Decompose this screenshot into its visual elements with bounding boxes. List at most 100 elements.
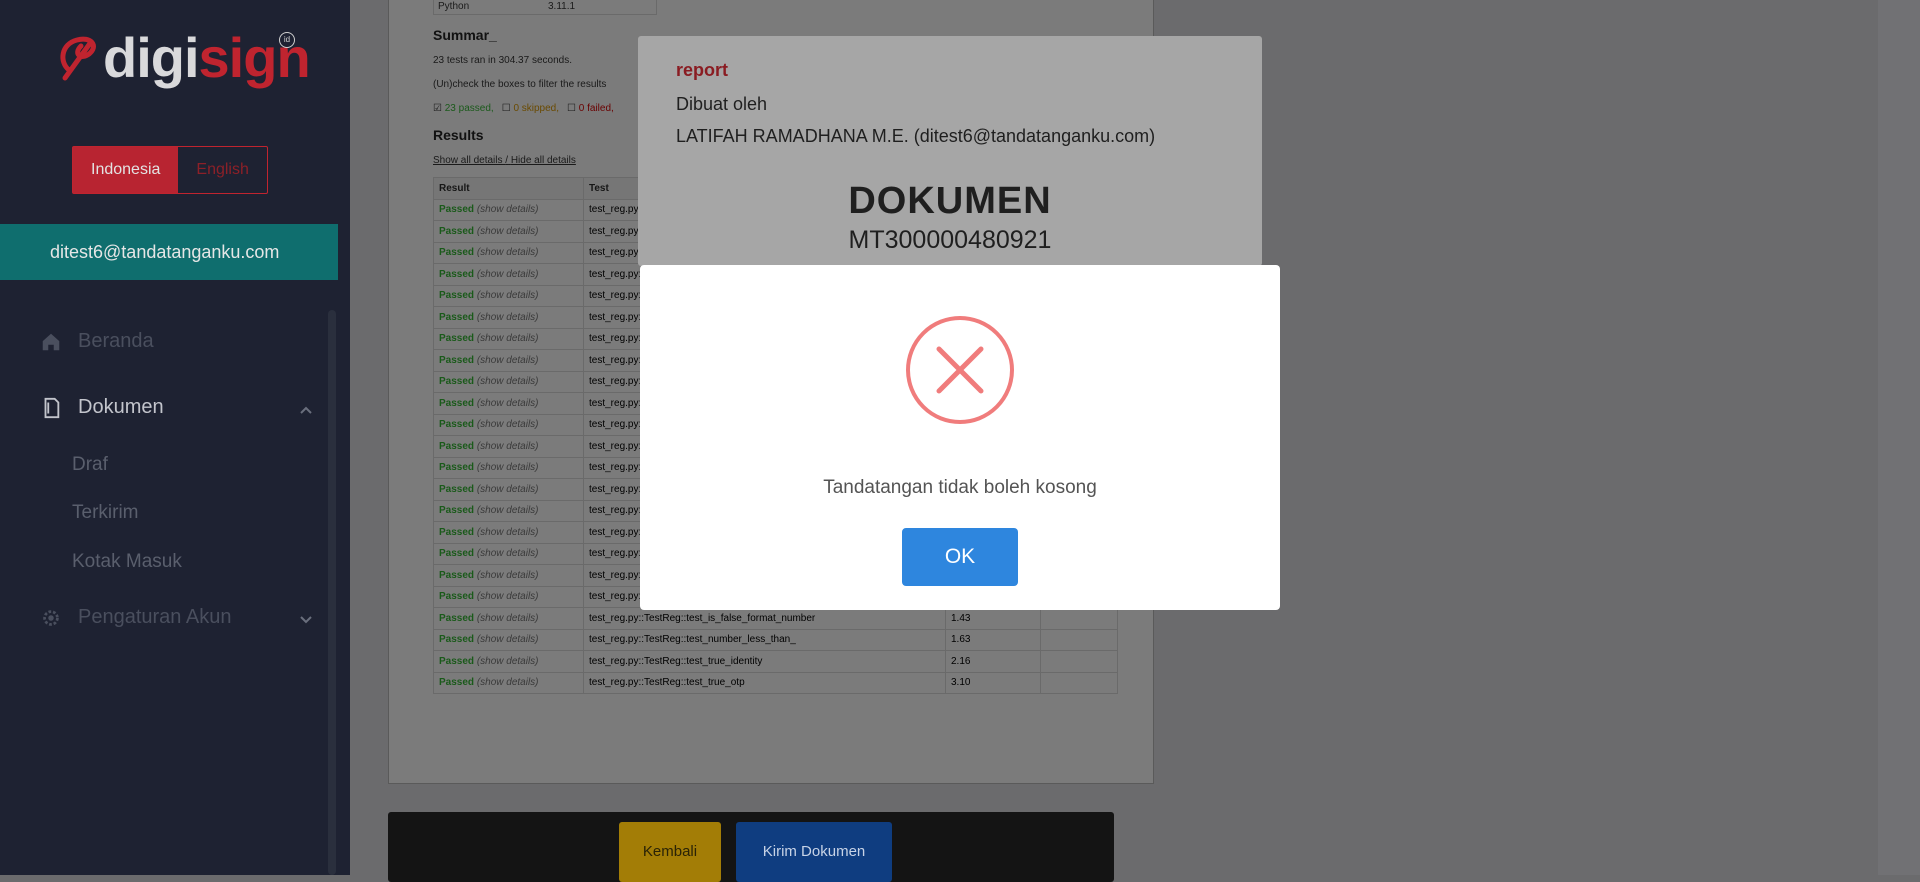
nav-item-beranda[interactable]: Beranda bbox=[40, 330, 154, 353]
test-cell: test_reg.py::TestReg::test_number_less_t… bbox=[583, 628, 946, 651]
show-details-link[interactable]: (show details) bbox=[477, 527, 539, 538]
result-cell: Passed (show details) bbox=[433, 542, 584, 565]
nav-item-pengaturan-akun[interactable]: Pengaturan Akun bbox=[40, 606, 231, 629]
result-cell: Passed (show details) bbox=[433, 306, 584, 329]
duration-cell: 2.16 bbox=[945, 650, 1041, 673]
test-cell: test_reg.py::TestReg::test_true_otp bbox=[583, 671, 946, 694]
table-row: Passed (show details)test_reg.py::TestRe… bbox=[433, 650, 1118, 673]
show-details-link[interactable]: (show details) bbox=[477, 462, 539, 473]
result-cell: Passed (show details) bbox=[433, 607, 584, 630]
home-icon bbox=[42, 333, 60, 350]
results-heading: Results bbox=[433, 127, 484, 143]
nav-sub-draf[interactable]: Draf bbox=[72, 454, 108, 476]
document-info-card: report Dibuat oleh LATIFAH RAMADHANA M.E… bbox=[638, 36, 1262, 266]
result-status: Passed bbox=[439, 634, 475, 646]
lang-indonesia-button[interactable]: Indonesia bbox=[73, 147, 179, 193]
result-status: Passed bbox=[439, 376, 475, 388]
result-cell: Passed (show details) bbox=[433, 456, 584, 479]
result-status: Passed bbox=[439, 290, 475, 302]
chevron-up-icon[interactable] bbox=[300, 404, 312, 416]
user-email[interactable]: ditest6@tandatanganku.com bbox=[0, 224, 338, 280]
result-status: Passed bbox=[439, 225, 475, 237]
show-details-link[interactable]: (show details) bbox=[477, 226, 539, 237]
col-result[interactable]: Result bbox=[433, 177, 584, 200]
language-switch: Indonesia English bbox=[72, 146, 268, 194]
sidebar-scrollbar[interactable] bbox=[328, 310, 336, 875]
lang-english-button[interactable]: English bbox=[178, 147, 266, 193]
filter-failed-checkbox[interactable]: ☐ 0 failed, bbox=[567, 103, 614, 114]
show-details-link[interactable]: (show details) bbox=[477, 656, 539, 667]
show-details-link[interactable]: (show details) bbox=[477, 419, 539, 430]
result-cell: Passed (show details) bbox=[433, 650, 584, 673]
show-details-link[interactable]: (show details) bbox=[477, 312, 539, 323]
created-by-label: Dibuat oleh bbox=[676, 94, 768, 114]
show-details-link[interactable]: (show details) bbox=[477, 484, 539, 495]
chevron-down-icon[interactable] bbox=[300, 614, 312, 626]
result-status: Passed bbox=[439, 655, 475, 667]
filter-passed-checkbox[interactable]: ☑ 23 passed, bbox=[433, 103, 494, 114]
duration-cell: 3.10 bbox=[945, 671, 1041, 694]
logo-badge: id bbox=[279, 32, 295, 48]
page-scrollbar[interactable] bbox=[1878, 0, 1920, 875]
filter-row: ☑ 23 passed, ☐ 0 skipped, ☐ 0 failed, bbox=[433, 103, 614, 114]
summary-line: 23 tests ran in 304.37 seconds. bbox=[433, 55, 572, 66]
result-status: Passed bbox=[439, 505, 475, 517]
nav-label-dokumen: Dokumen bbox=[78, 396, 164, 418]
python-version: 3.11.1 bbox=[548, 1, 576, 12]
show-details-link[interactable]: (show details) bbox=[477, 247, 539, 258]
show-all-details-link[interactable]: Show all details bbox=[433, 155, 502, 166]
nav-item-dokumen[interactable]: Dokumen bbox=[40, 396, 164, 419]
result-cell: Passed (show details) bbox=[433, 413, 584, 436]
ok-button[interactable]: OK bbox=[902, 528, 1018, 586]
show-details-link[interactable]: (show details) bbox=[477, 376, 539, 387]
result-cell: Passed (show details) bbox=[433, 628, 584, 651]
result-cell: Passed (show details) bbox=[433, 349, 584, 372]
show-details-link[interactable]: (show details) bbox=[477, 505, 539, 516]
digisign-logo[interactable]: digisign id bbox=[55, 28, 311, 90]
show-details-link[interactable]: (show details) bbox=[477, 269, 539, 280]
filter-skipped-checkbox[interactable]: ☐ 0 skipped, bbox=[502, 103, 559, 114]
error-x-icon bbox=[906, 316, 1014, 424]
show-details-link[interactable]: (show details) bbox=[477, 333, 539, 344]
doc-label: DOKUMEN bbox=[848, 180, 1052, 222]
result-status: Passed bbox=[439, 569, 475, 581]
kembali-button[interactable]: Kembali bbox=[619, 822, 721, 882]
hide-all-details-link[interactable]: Hide all details bbox=[511, 155, 576, 166]
result-cell: Passed (show details) bbox=[433, 478, 584, 501]
show-details-link[interactable]: (show details) bbox=[477, 613, 539, 624]
links-cell bbox=[1040, 607, 1118, 630]
show-details-link[interactable]: (show details) bbox=[477, 290, 539, 301]
show-details-link[interactable]: (show details) bbox=[477, 441, 539, 452]
python-label: Python bbox=[438, 1, 470, 12]
result-cell: Passed (show details) bbox=[433, 671, 584, 694]
show-details-link[interactable]: (show details) bbox=[477, 570, 539, 581]
result-cell: Passed (show details) bbox=[433, 284, 584, 307]
result-cell: Passed (show details) bbox=[433, 435, 584, 458]
table-row: Passed (show details)test_reg.py::TestRe… bbox=[433, 671, 1118, 694]
result-status: Passed bbox=[439, 483, 475, 495]
result-status: Passed bbox=[439, 354, 475, 366]
details-links: Show all details / Hide all details bbox=[433, 155, 576, 166]
show-details-link[interactable]: (show details) bbox=[477, 204, 539, 215]
nav-sub-kotak-masuk[interactable]: Kotak Masuk bbox=[72, 551, 182, 573]
nav-label-beranda: Beranda bbox=[78, 330, 154, 352]
show-details-link[interactable]: (show details) bbox=[477, 548, 539, 559]
nav-sub-terkirim[interactable]: Terkirim bbox=[72, 502, 139, 524]
result-cell: Passed (show details) bbox=[433, 585, 584, 608]
summary-heading: Summar_ bbox=[433, 27, 497, 43]
kirim-dokumen-button[interactable]: Kirim Dokumen bbox=[736, 822, 892, 882]
result-status: Passed bbox=[439, 311, 475, 323]
creator: LATIFAH RAMADHANA M.E. (ditest6@tandatan… bbox=[676, 126, 1156, 146]
show-details-link[interactable]: (show details) bbox=[477, 591, 539, 602]
result-status: Passed bbox=[439, 440, 475, 452]
show-details-link[interactable]: (show details) bbox=[477, 677, 539, 688]
result-status: Passed bbox=[439, 591, 475, 603]
show-details-link[interactable]: (show details) bbox=[477, 398, 539, 409]
show-details-link[interactable]: (show details) bbox=[477, 634, 539, 645]
result-status: Passed bbox=[439, 526, 475, 538]
env-table: Python 3.11.1 bbox=[433, 0, 657, 15]
show-details-link[interactable]: (show details) bbox=[477, 355, 539, 366]
result-cell: Passed (show details) bbox=[433, 392, 584, 415]
links-cell bbox=[1040, 628, 1118, 651]
error-message: Tandatangan tidak boleh kosong bbox=[823, 477, 1097, 498]
